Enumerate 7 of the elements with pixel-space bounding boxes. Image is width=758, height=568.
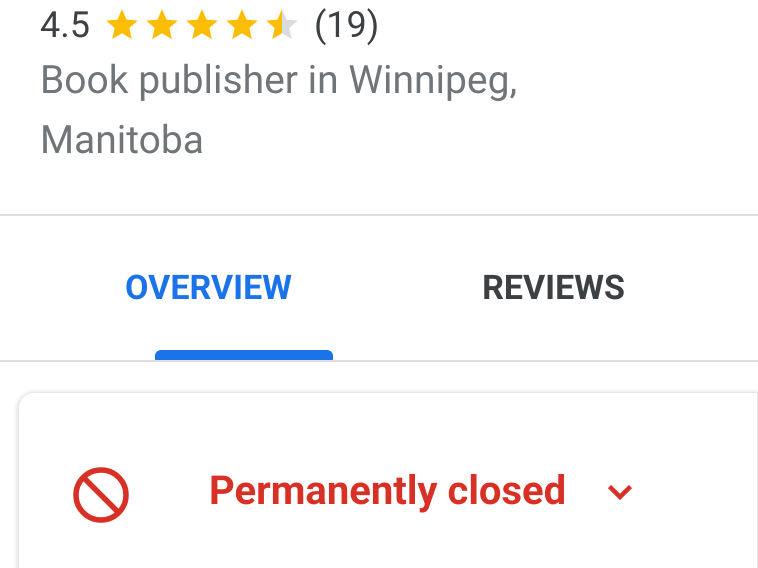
place-description: Book publisher in Winnipeg, Manitoba xyxy=(40,56,518,165)
tab[interactable]: OVERVIEW xyxy=(36,216,381,360)
status-dropdown[interactable]: Permanently closed xyxy=(209,461,638,521)
prohibited-icon xyxy=(71,465,131,525)
rating-score: 4.5 xyxy=(40,7,90,43)
review-count: (19) xyxy=(314,7,380,43)
tab[interactable]: REVIEWS xyxy=(381,216,726,360)
